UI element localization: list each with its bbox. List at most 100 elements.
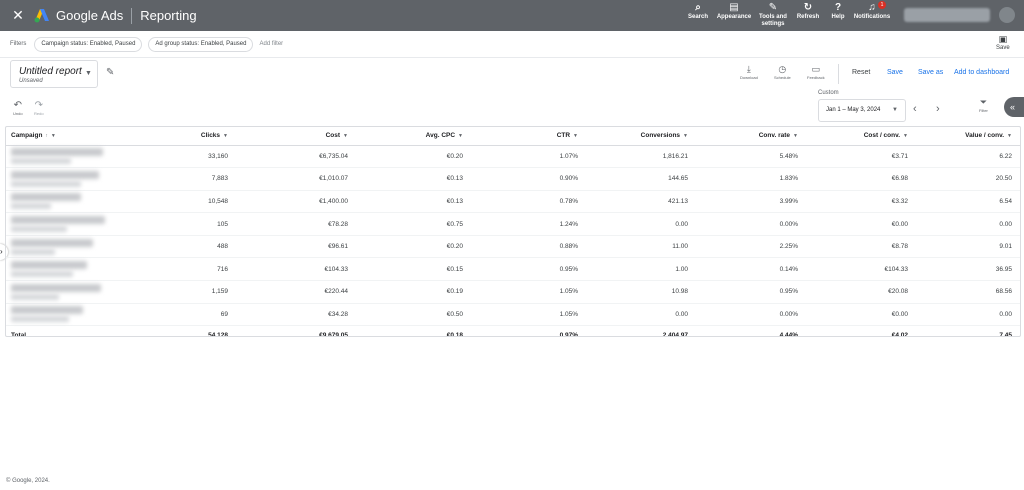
report-title: Untitled report [19,66,82,77]
add-to-dashboard-button[interactable]: Add to dashboard [954,69,1009,76]
table-total-row: Total 54,128 €9,679.05 €0.18 0.97% 2,404… [6,325,1020,336]
search-button[interactable]: ⌕ Search [684,2,712,28]
cell-cost: €78.28 [236,212,356,236]
column-header-avg-cpc[interactable]: Avg. CPC ▼ [356,127,471,146]
column-header-ctr[interactable]: CTR ▼ [471,127,586,146]
column-header-conversions[interactable]: Conversions ▼ [586,127,696,146]
table-row[interactable]: 1,159 €220.44 €0.19 1.05% 10.98 0.95% €20.08 68… [6,280,1020,304]
cell-conv-rate: 1.83% [696,167,806,191]
table-row[interactable]: 7,883 €1,010.07 €0.13 0.90% 144.65 1.83% €6.98… [6,167,1020,191]
cell-avg-cpc: €0.75 [356,212,471,236]
column-header-cost[interactable]: Cost ▼ [236,127,356,146]
chevron-down-icon: ▼ [892,107,898,113]
help-label: Help [831,14,845,20]
campaign-name-cell[interactable] [6,145,126,169]
campaign-name-cell[interactable] [6,280,126,304]
report-name-selector[interactable]: Untitled report Unsaved ▼ [10,60,98,88]
filter-label: Filter [979,108,988,113]
table-row[interactable]: 10,548 €1,400.00 €0.13 0.78% 421.13 3.99% €3.3… [6,190,1020,214]
cell-cost: €1,010.07 [236,167,356,191]
download-button[interactable]: ⤓ Download [740,64,758,80]
appearance-button[interactable]: ▤ Appearance [714,2,754,28]
total-ctr: 0.97% [471,325,586,336]
feedback-button[interactable]: ▭ Feedback [807,64,825,80]
table-row[interactable]: 69 €34.28 €0.50 1.05% 0.00 0.00% €0.00 0.00 [6,303,1020,327]
cell-conversions: 421.13 [586,190,696,214]
total-cost-per-conv: €4.02 [806,325,916,336]
previous-period-icon[interactable]: ‹ [913,103,917,115]
cell-avg-cpc: €0.13 [356,167,471,191]
schedule-button[interactable]: ◷ Schedule [774,64,791,80]
download-icon: ⤓ [746,64,751,74]
campaign-name-cell[interactable] [6,235,126,259]
redacted-campaign-detail [11,226,67,233]
total-clicks: 54,128 [126,325,236,336]
save-as-button[interactable]: Save as [918,69,943,76]
help-button[interactable]: ? Help [826,2,850,28]
table-row[interactable]: 716 €104.33 €0.15 0.95% 1.00 0.14% €104.33 36.9… [6,257,1020,282]
campaign-name-cell[interactable] [6,190,126,214]
cell-avg-cpc: €0.15 [356,257,471,282]
next-period-icon[interactable]: › [936,103,940,115]
cell-value-per-conv: 20.50 [916,167,1020,191]
campaign-name-cell[interactable] [6,167,126,191]
title-divider [131,7,133,24]
save-icon: ▣ [998,34,1008,44]
column-header-campaign[interactable]: Campaign ↑ ▼ [6,127,126,146]
table-row[interactable]: 105 €78.28 €0.75 1.24% 0.00 0.00% €0.00 0.00 [6,212,1020,236]
refresh-button[interactable]: ↻ Refresh [792,2,824,28]
report-toolbar: ↶ Undo ↷ Redo Custom Jan 1 – May 3, 2024… [0,90,1024,126]
chevron-down-icon: ▼ [50,133,56,140]
cell-conversions: 10.98 [586,280,696,304]
edit-pencil-icon[interactable]: ✎ [106,67,114,78]
cell-cost: €96.61 [236,235,356,259]
cell-conv-rate: 0.00% [696,212,806,236]
column-header-clicks[interactable]: Clicks ▼ [126,127,236,146]
cell-value-per-conv: 9.01 [916,235,1020,259]
reset-button[interactable]: Reset [852,69,870,76]
column-header-conv-rate[interactable]: Conv. rate ▼ [696,127,806,146]
cell-cost: €34.28 [236,303,356,327]
total-cost: €9,679.05 [236,325,356,336]
chevron-down-icon: ▼ [85,70,92,77]
add-filter-button[interactable]: Add filter [259,41,283,47]
cell-conv-rate: 3.99% [696,190,806,214]
date-range-selector[interactable]: Jan 1 – May 3, 2024 ▼ [818,99,906,122]
cell-ctr: 1.05% [471,280,586,304]
notifications-button[interactable]: ♫ Notifications [852,2,892,28]
undo-button[interactable]: ↶ Undo [13,100,23,116]
date-range-value: Jan 1 – May 3, 2024 [826,107,881,113]
redacted-campaign-name [11,216,105,225]
section-title: Reporting [140,8,197,23]
campaign-name-cell[interactable] [6,257,126,282]
google-ads-logo [34,8,50,23]
column-label: Cost [325,132,341,140]
campaign-status-filter-chip[interactable]: Campaign status: Enabled, Paused [34,36,143,52]
collapse-panel-icon[interactable]: « [1004,97,1024,117]
cell-clicks: 33,160 [126,145,236,169]
redo-button[interactable]: ↷ Redo [34,100,44,116]
avatar[interactable] [999,7,1015,23]
notifications-label: Notifications [853,14,891,20]
account-info[interactable] [904,8,990,22]
table-row[interactable]: 33,160 €6,735.04 €0.20 1.07% 1,816.21 5.48% €3… [6,145,1020,169]
table-row[interactable]: 488 €96.61 €0.20 0.88% 11.00 2.25% €8.78 9.01 [6,235,1020,259]
help-icon: ? [834,2,842,13]
ad-group-status-filter-chip[interactable]: Ad group status: Enabled, Paused [148,36,254,52]
cell-clicks: 716 [126,257,236,282]
save-button[interactable]: Save [887,69,903,76]
chevron-down-icon: ▼ [458,133,463,140]
tools-settings-button[interactable]: ✎ Tools and settings [756,2,790,28]
cell-cost-per-conv: €8.78 [806,235,916,259]
filter-button[interactable]: ⏷ Filter [979,97,988,113]
table-body: 33,160 €6,735.04 €0.20 1.07% 1,816.21 5.48% €3… [6,145,1020,327]
column-header-cost-per-conv[interactable]: Cost / conv. ▼ [806,127,916,146]
save-filters-button[interactable]: ▣ Save [996,34,1010,51]
column-header-value-per-conv[interactable]: Value / conv. ▼ [916,127,1020,146]
campaign-name-cell[interactable] [6,303,126,327]
column-label: Conv. rate [758,132,791,140]
campaign-name-cell[interactable] [6,212,126,236]
cell-conv-rate: 0.14% [696,257,806,282]
redacted-campaign-name [11,306,83,315]
close-icon[interactable]: ✕ [8,7,28,24]
